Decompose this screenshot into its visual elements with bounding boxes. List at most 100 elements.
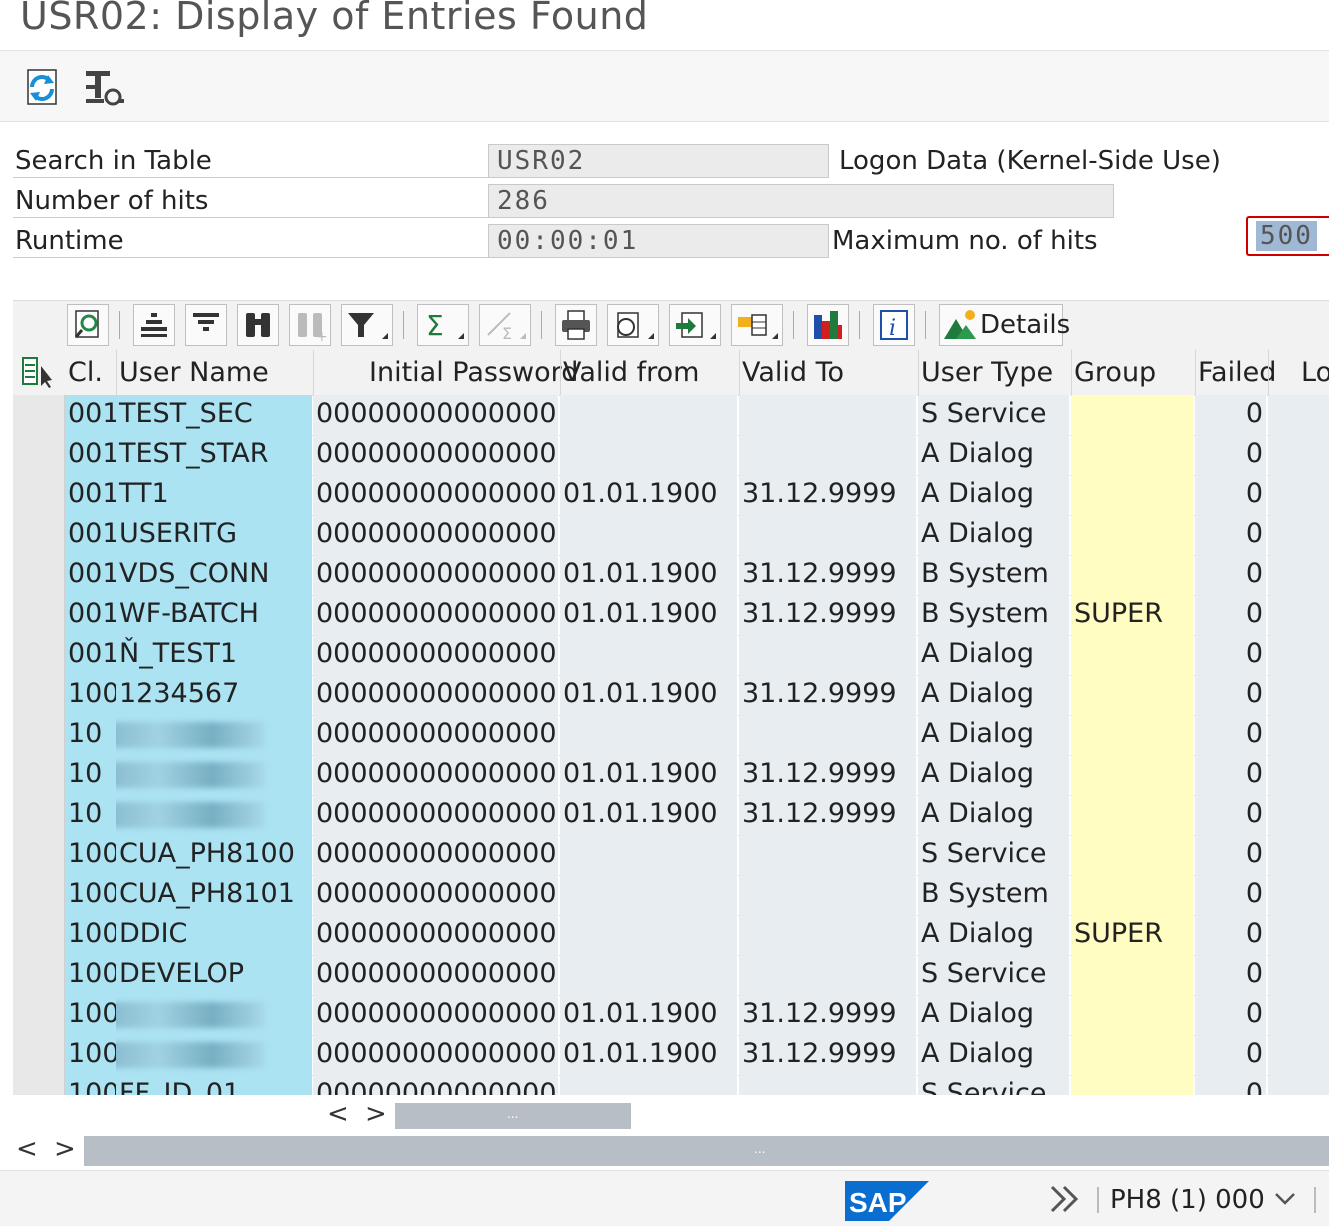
row-selector[interactable] bbox=[13, 475, 65, 515]
row-selector[interactable] bbox=[13, 595, 65, 635]
sort-ascending-button[interactable] bbox=[133, 304, 175, 346]
table-row[interactable]: 001TEST_SEC0000000000000000 S Service 0 bbox=[13, 395, 1329, 436]
sum-button[interactable]: Σ bbox=[417, 304, 469, 346]
grid-horizontal-scrollbar[interactable]: < > ... bbox=[13, 1097, 1329, 1131]
cell-client: 100 bbox=[65, 995, 116, 1035]
sort-descending-button[interactable] bbox=[185, 304, 227, 346]
row-selector[interactable] bbox=[13, 755, 65, 795]
column-header-initial-password[interactable]: Initial Password bbox=[369, 357, 578, 388]
page-scroll-thumb[interactable]: ... bbox=[84, 1136, 1329, 1166]
views-button[interactable] bbox=[607, 304, 659, 346]
column-separator bbox=[1268, 350, 1269, 395]
find-button[interactable] bbox=[237, 304, 279, 346]
layout-button[interactable] bbox=[731, 304, 783, 346]
table-row[interactable]: 001TEST_STAR0000000000000000 A Dialog 0 bbox=[13, 435, 1329, 476]
cell-valid-from bbox=[560, 955, 738, 995]
cell-valid-from bbox=[560, 915, 738, 955]
table-row[interactable]: 001USERITG0000000000000000 A Dialog 0 bbox=[13, 515, 1329, 556]
table-row[interactable]: 10 0000000000000000 A Dialog 0 bbox=[13, 715, 1329, 756]
row-selector[interactable] bbox=[13, 795, 65, 835]
scroll-right-button[interactable]: > bbox=[365, 1099, 387, 1129]
toolbar-separator bbox=[403, 311, 404, 339]
table-row[interactable]: 100CUA_PH81010000000000000000 B System 0 bbox=[13, 875, 1329, 916]
table-row[interactable]: 100CUA_PH81000000000000000000 S Service 0 bbox=[13, 835, 1329, 876]
select-layout-icon[interactable] bbox=[21, 356, 55, 394]
row-selector[interactable] bbox=[13, 1075, 65, 1095]
row-selector[interactable] bbox=[13, 435, 65, 475]
cell-valid-from: 01.01.1900 bbox=[560, 755, 738, 795]
column-header-group[interactable]: Group bbox=[1074, 357, 1156, 388]
row-selector[interactable] bbox=[13, 675, 65, 715]
scroll-left-button[interactable]: < bbox=[327, 1099, 349, 1129]
cell-lo bbox=[1268, 555, 1329, 595]
system-info: PH8 (1) 000 bbox=[1110, 1185, 1265, 1215]
table-row[interactable]: 100DEVELOP0000000000000000 S Service 0 bbox=[13, 955, 1329, 996]
cell-lo bbox=[1268, 995, 1329, 1035]
row-selector[interactable] bbox=[13, 395, 65, 435]
details-button[interactable]: Details bbox=[939, 304, 1070, 346]
row-selector[interactable] bbox=[13, 1035, 65, 1075]
table-row[interactable]: 100 000000000000000001.01.190031.12.9999A… bbox=[13, 1035, 1329, 1076]
search-table-row: Search in Table USR02 Logon Data (Kernel… bbox=[13, 138, 1329, 178]
table-row[interactable]: 001VDS_CONN000000000000000001.01.190031.… bbox=[13, 555, 1329, 596]
table-row[interactable]: 001WF-BATCH000000000000000001.01.190031.… bbox=[13, 595, 1329, 636]
table-row[interactable]: 100FF_ID_010000000000000000 S Service 0 bbox=[13, 1075, 1329, 1095]
row-selector[interactable] bbox=[13, 875, 65, 915]
page-horizontal-scrollbar[interactable]: < > ... bbox=[0, 1133, 1329, 1167]
column-header-lo[interactable]: Lo bbox=[1301, 357, 1329, 388]
expand-status-icon[interactable] bbox=[1048, 1183, 1084, 1219]
table-row[interactable]: 001TT1000000000000000001.01.190031.12.99… bbox=[13, 475, 1329, 516]
max-hits-input[interactable]: 500 bbox=[1246, 216, 1329, 256]
column-header-valid-from[interactable]: Valid from bbox=[563, 357, 699, 388]
page-scroll-right-button[interactable]: > bbox=[54, 1134, 76, 1164]
cell-user-name: USERITG bbox=[116, 515, 312, 555]
table-row[interactable]: 1001234567000000000000000001.01.190031.1… bbox=[13, 675, 1329, 716]
row-selector[interactable] bbox=[13, 835, 65, 875]
scroll-thumb[interactable]: ... bbox=[395, 1103, 631, 1129]
export-button[interactable] bbox=[669, 304, 721, 346]
cell-user-type: A Dialog bbox=[918, 995, 1070, 1035]
row-selector[interactable] bbox=[13, 955, 65, 995]
cell-user-name: WF-BATCH bbox=[116, 595, 312, 635]
svg-text:SAP: SAP bbox=[849, 1187, 907, 1218]
cell-valid-from bbox=[560, 635, 738, 675]
table-row[interactable]: 10 000000000000000001.01.190031.12.9999A … bbox=[13, 755, 1329, 796]
column-header-user-type[interactable]: User Type bbox=[921, 357, 1053, 388]
row-selector[interactable] bbox=[13, 635, 65, 675]
cell-lo bbox=[1268, 395, 1329, 435]
chevron-down-icon[interactable] bbox=[1274, 1191, 1296, 1211]
row-selector[interactable] bbox=[13, 515, 65, 555]
column-header-valid-to[interactable]: Valid To bbox=[742, 357, 844, 388]
column-header-client[interactable]: Cl. bbox=[68, 357, 103, 388]
cell-group bbox=[1071, 515, 1194, 555]
table-row[interactable]: 100 000000000000000001.01.190031.12.9999A… bbox=[13, 995, 1329, 1036]
column-separator bbox=[313, 350, 314, 395]
cell-user-type: S Service bbox=[918, 395, 1070, 435]
technical-settings-icon[interactable] bbox=[82, 65, 126, 109]
column-header-failed[interactable]: Failed bbox=[1198, 357, 1276, 388]
cell-lo bbox=[1268, 795, 1329, 835]
print-button[interactable] bbox=[555, 304, 597, 346]
table-row[interactable]: 001Ň_TEST10000000000000000 A Dialog 0 bbox=[13, 635, 1329, 676]
table-row[interactable]: 10 000000000000000001.01.190031.12.9999A … bbox=[13, 795, 1329, 836]
page-scroll-left-button[interactable]: < bbox=[16, 1134, 38, 1164]
zoom-details-button[interactable] bbox=[67, 304, 109, 346]
cell-user-type: A Dialog bbox=[918, 435, 1070, 475]
cell-group bbox=[1071, 555, 1194, 595]
row-selector[interactable] bbox=[13, 715, 65, 755]
cell-failed: 0 bbox=[1195, 555, 1267, 595]
column-header-user-name[interactable]: User Name bbox=[119, 357, 269, 388]
find-next-button[interactable]: + bbox=[289, 304, 331, 346]
row-selector[interactable] bbox=[13, 555, 65, 595]
cell-user-name: DDIC bbox=[116, 915, 312, 955]
table-row[interactable]: 100DDIC0000000000000000 A DialogSUPER0 bbox=[13, 915, 1329, 956]
row-selector[interactable] bbox=[13, 995, 65, 1035]
filter-button[interactable] bbox=[341, 304, 393, 346]
graphic-button[interactable] bbox=[807, 304, 849, 346]
subtotals-button[interactable]: Σ bbox=[479, 304, 531, 346]
refresh-icon[interactable] bbox=[20, 65, 64, 109]
info-button[interactable]: i bbox=[873, 304, 915, 346]
row-selector[interactable] bbox=[13, 915, 65, 955]
cell-failed: 0 bbox=[1195, 795, 1267, 835]
cell-lo bbox=[1268, 515, 1329, 555]
